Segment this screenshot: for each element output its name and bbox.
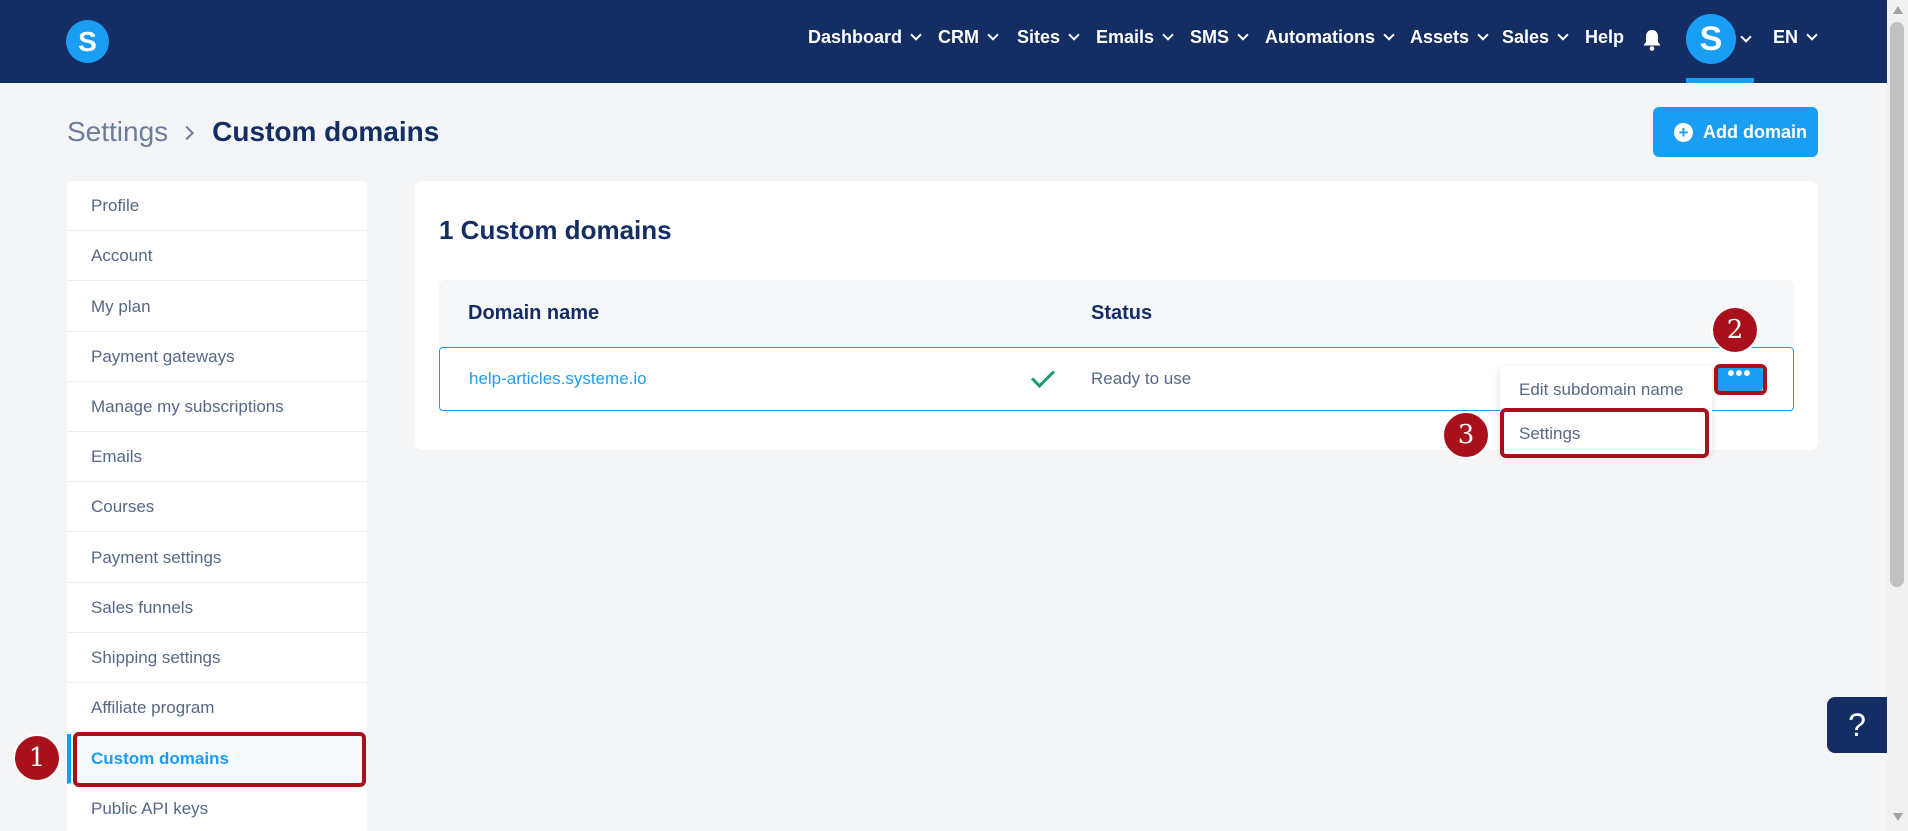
annotation-marker-2: 2: [1711, 306, 1759, 354]
menu-item-edit-subdomain-name[interactable]: Edit subdomain name: [1519, 380, 1683, 400]
column-header-status: Status: [1091, 302, 1153, 324]
nav-sales[interactable]: Sales: [1502, 27, 1569, 48]
annotation-box-1: [73, 732, 366, 787]
breadcrumb-settings-link[interactable]: Settings: [67, 116, 168, 147]
sidebar-item-emails[interactable]: Emails: [67, 432, 367, 482]
main-nav: Dashboard CRM Sites Emails SMS Automatio…: [0, 0, 1887, 83]
chevron-down-icon: [1237, 29, 1249, 41]
help-button[interactable]: ?: [1827, 697, 1887, 753]
nav-crm[interactable]: CRM: [938, 27, 999, 48]
sidebar-item-profile[interactable]: Profile: [67, 181, 367, 231]
sidebar-item-affiliate-program[interactable]: Affiliate program: [67, 683, 367, 733]
chevron-down-icon: [1806, 29, 1818, 41]
sidebar-item-account[interactable]: Account: [67, 231, 367, 281]
sidebar-item-courses[interactable]: Courses: [67, 482, 367, 532]
avatar-active-indicator: [1686, 78, 1754, 83]
nav-dashboard[interactable]: Dashboard: [808, 27, 922, 48]
avatar[interactable]: S: [1686, 14, 1736, 64]
chevron-down-icon: [1557, 29, 1569, 41]
sidebar-item-payment-settings[interactable]: Payment settings: [67, 533, 367, 583]
sidebar-item-shipping-settings[interactable]: Shipping settings: [67, 633, 367, 683]
annotation-box-2: [1714, 364, 1767, 395]
domain-status: Ready to use: [1091, 369, 1192, 388]
chevron-down-icon: [987, 29, 999, 41]
chevron-down-icon: [1383, 29, 1395, 41]
plus-circle-icon: +: [1674, 122, 1693, 142]
nav-emails[interactable]: Emails: [1096, 27, 1174, 48]
sidebar-item-my-plan[interactable]: My plan: [67, 282, 367, 332]
nav-sms[interactable]: SMS: [1190, 27, 1249, 48]
avatar-chevron-down-icon[interactable]: [1740, 29, 1752, 50]
chevron-down-icon: [1477, 29, 1489, 41]
annotation-marker-3: 3: [1442, 411, 1490, 459]
domain-link[interactable]: help-articles.systeme.io: [469, 369, 647, 389]
page-title: Custom domains: [212, 116, 440, 147]
scroll-down-arrow-icon[interactable]: [1893, 813, 1903, 821]
nav-assets[interactable]: Assets: [1410, 27, 1489, 48]
chevron-down-icon: [910, 29, 922, 41]
scrollbar-thumb[interactable]: [1890, 22, 1904, 587]
add-domain-button[interactable]: + Add domain: [1653, 107, 1818, 157]
scroll-up-arrow-icon[interactable]: [1893, 6, 1903, 14]
column-header-domain-name: Domain name: [468, 302, 600, 324]
chevron-down-icon: [1162, 29, 1174, 41]
add-domain-label: Add domain: [1703, 121, 1807, 142]
language-selector[interactable]: EN: [1773, 27, 1818, 48]
sidebar-item-sales-funnels[interactable]: Sales funnels: [67, 583, 367, 633]
nav-sites[interactable]: Sites: [1017, 27, 1080, 48]
sidebar-item-public-api-keys[interactable]: Public API keys: [67, 784, 367, 831]
chevron-right-icon: [180, 125, 195, 141]
bell-icon[interactable]: [1642, 29, 1662, 51]
annotation-marker-1: 1: [13, 734, 61, 782]
annotation-box-3: [1500, 408, 1709, 458]
sidebar-item-manage-subscriptions[interactable]: Manage my subscriptions: [67, 382, 367, 432]
sidebar-item-payment-gateways[interactable]: Payment gateways: [67, 332, 367, 382]
card-title: 1 Custom domains: [439, 215, 672, 245]
nav-help[interactable]: Help: [1585, 27, 1624, 48]
chevron-down-icon: [1068, 29, 1080, 41]
nav-automations[interactable]: Automations: [1265, 27, 1395, 48]
breadcrumb: Settings Custom domains: [67, 116, 439, 148]
